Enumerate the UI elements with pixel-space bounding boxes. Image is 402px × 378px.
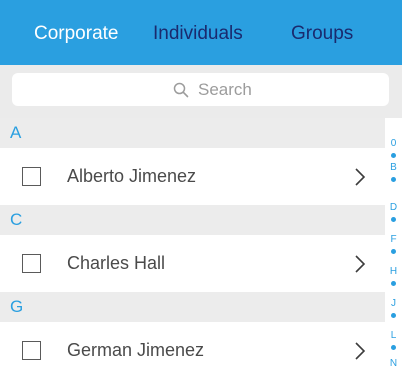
contact-row[interactable]: German Jimenez: [0, 322, 385, 378]
index-dot[interactable]: [391, 177, 396, 182]
section-letter: A: [10, 123, 22, 142]
index-letter-b[interactable]: B: [385, 162, 402, 174]
index-letter-n[interactable]: N: [385, 358, 402, 370]
tab-individuals[interactable]: Individuals: [153, 0, 243, 65]
index-dot[interactable]: [391, 281, 396, 286]
index-letter-j[interactable]: J: [385, 298, 402, 310]
contact-checkbox[interactable]: [22, 167, 41, 186]
search-input[interactable]: Search: [12, 73, 389, 106]
index-letter-f[interactable]: F: [385, 234, 402, 246]
section-header-g: G: [0, 292, 385, 322]
section-letter: C: [10, 210, 23, 229]
chevron-right-icon: [355, 342, 366, 360]
chevron-right-icon: [355, 255, 366, 273]
index-letter-h[interactable]: H: [385, 266, 402, 278]
contact-name: German Jimenez: [67, 340, 205, 360]
contact-name: Alberto Jimenez: [67, 166, 197, 186]
alphabet-index[interactable]: 0 B D F H J L N: [385, 118, 402, 378]
search-bar: Search: [0, 65, 402, 118]
contact-checkbox[interactable]: [22, 254, 41, 273]
contact-row[interactable]: Charles Hall: [0, 235, 385, 292]
section-letter: G: [10, 297, 24, 316]
search-placeholder: Search: [198, 80, 252, 99]
tab-bar: Corporate Individuals Groups: [0, 0, 402, 65]
index-letter-l[interactable]: L: [385, 330, 402, 342]
index-dot[interactable]: [391, 153, 396, 158]
section-header-a: A: [0, 118, 385, 148]
index-dot[interactable]: [391, 313, 396, 318]
index-letter-d[interactable]: D: [385, 202, 402, 214]
index-dot[interactable]: [391, 217, 396, 222]
chevron-right-icon: [355, 168, 366, 186]
tab-corporate[interactable]: Corporate: [34, 0, 119, 65]
search-icon: [173, 82, 189, 98]
contact-row[interactable]: Alberto Jimenez: [0, 148, 385, 205]
contact-name: Charles Hall: [67, 253, 166, 273]
section-header-c: C: [0, 205, 385, 235]
index-dot[interactable]: [391, 345, 396, 350]
tab-groups[interactable]: Groups: [291, 0, 353, 65]
index-dot[interactable]: [391, 249, 396, 254]
index-letter-0[interactable]: 0: [385, 138, 402, 150]
contact-checkbox[interactable]: [22, 341, 41, 360]
